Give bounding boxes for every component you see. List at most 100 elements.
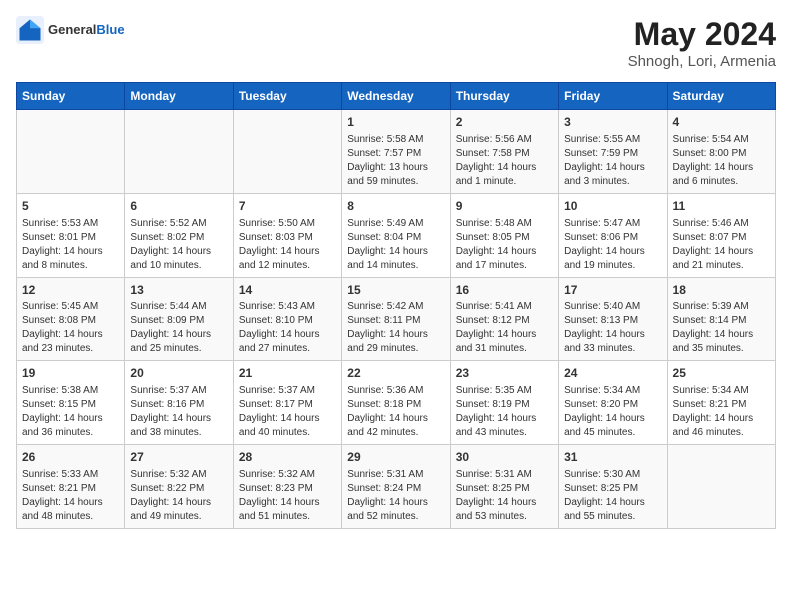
day-number: 3: [564, 114, 661, 131]
day-cell: 11 Sunrise: 5:46 AMSunset: 8:07 PMDayligh…: [667, 193, 775, 277]
day-cell: 9Sunrise: 5:48 AMSunset: 8:05 PMDaylight…: [450, 193, 558, 277]
logo-icon: [16, 16, 44, 44]
title-block: May 2024 Shnogh, Lori, Armenia: [628, 16, 776, 70]
day-cell: 10 Sunrise: 5:47 AMSunset: 8:06 PMDayligh…: [559, 193, 667, 277]
day-cell: 27Sunrise: 5:32 AMSunset: 8:22 PMDayligh…: [125, 445, 233, 529]
day-cell: 5 Sunrise: 5:53 AMSunset: 8:01 PMDaylight…: [17, 193, 125, 277]
day-info: Sunrise: 5:47 AMSunset: 8:06 PMDaylight:…: [564, 217, 661, 273]
day-info: Sunrise: 5:46 AMSunset: 8:07 PMDaylight:…: [673, 217, 770, 273]
logo-text: GeneralBlue: [48, 23, 125, 37]
weekday-header-tuesday: Tuesday: [233, 83, 341, 110]
day-info: Sunrise: 5:34 AMSunset: 8:21 PMDaylight:…: [673, 384, 770, 440]
day-cell: 19Sunrise: 5:38 AMSunset: 8:15 PMDayligh…: [17, 361, 125, 445]
day-cell: 18Sunrise: 5:39 AMSunset: 8:14 PMDayligh…: [667, 277, 775, 361]
day-info: Sunrise: 5:58 AMSunset: 7:57 PMDaylight:…: [347, 133, 444, 189]
day-info: Sunrise: 5:54 AMSunset: 8:00 PMDaylight:…: [673, 133, 770, 189]
day-cell: 25 Sunrise: 5:34 AMSunset: 8:21 PMDayligh…: [667, 361, 775, 445]
day-number: 29: [347, 449, 444, 466]
day-info: Sunrise: 5:31 AMSunset: 8:25 PMDaylight:…: [456, 468, 553, 524]
day-cell: 24Sunrise: 5:34 AMSunset: 8:20 PMDayligh…: [559, 361, 667, 445]
weekday-header-wednesday: Wednesday: [342, 83, 450, 110]
weekday-header-monday: Monday: [125, 83, 233, 110]
day-number: 16: [456, 282, 553, 299]
day-number: 10: [564, 198, 661, 215]
day-number: 23: [456, 365, 553, 382]
week-row-4: 19Sunrise: 5:38 AMSunset: 8:15 PMDayligh…: [17, 361, 776, 445]
weekday-header-thursday: Thursday: [450, 83, 558, 110]
day-cell: 21 Sunrise: 5:37 AMSunset: 8:17 PMDayligh…: [233, 361, 341, 445]
day-cell: 28 Sunrise: 5:32 AMSunset: 8:23 PMDayligh…: [233, 445, 341, 529]
day-number: 19: [22, 365, 119, 382]
day-info: Sunrise: 5:56 AMSunset: 7:58 PMDaylight:…: [456, 133, 553, 189]
day-info: Sunrise: 5:55 AMSunset: 7:59 PMDaylight:…: [564, 133, 661, 189]
day-number: 14: [239, 282, 336, 299]
page-header: GeneralBlue May 2024 Shnogh, Lori, Armen…: [16, 16, 776, 70]
logo-general-text: General: [48, 22, 96, 37]
day-cell: 8 Sunrise: 5:49 AMSunset: 8:04 PMDaylight…: [342, 193, 450, 277]
day-info: Sunrise: 5:53 AMSunset: 8:01 PMDaylight:…: [22, 217, 119, 273]
day-number: 11: [673, 198, 770, 215]
day-cell: 3 Sunrise: 5:55 AMSunset: 7:59 PMDaylight…: [559, 110, 667, 194]
day-number: 30: [456, 449, 553, 466]
day-info: Sunrise: 5:35 AMSunset: 8:19 PMDaylight:…: [456, 384, 553, 440]
calendar-title: May 2024: [628, 16, 776, 53]
day-info: Sunrise: 5:33 AMSunset: 8:21 PMDaylight:…: [22, 468, 119, 524]
day-number: 5: [22, 198, 119, 215]
day-number: 17: [564, 282, 661, 299]
day-cell: 6 Sunrise: 5:52 AMSunset: 8:02 PMDaylight…: [125, 193, 233, 277]
calendar-subtitle: Shnogh, Lori, Armenia: [628, 53, 776, 70]
day-cell: 1 Sunrise: 5:58 AMSunset: 7:57 PMDaylight…: [342, 110, 450, 194]
day-cell: 26Sunrise: 5:33 AMSunset: 8:21 PMDayligh…: [17, 445, 125, 529]
day-cell: 22 Sunrise: 5:36 AMSunset: 8:18 PMDayligh…: [342, 361, 450, 445]
day-number: 8: [347, 198, 444, 215]
day-info: Sunrise: 5:43 AMSunset: 8:10 PMDaylight:…: [239, 300, 336, 356]
day-info: Sunrise: 5:45 AMSunset: 8:08 PMDaylight:…: [22, 300, 119, 356]
day-info: Sunrise: 5:49 AMSunset: 8:04 PMDaylight:…: [347, 217, 444, 273]
day-number: 1: [347, 114, 444, 131]
day-cell: 4 Sunrise: 5:54 AMSunset: 8:00 PMDaylight…: [667, 110, 775, 194]
week-row-3: 12Sunrise: 5:45 AMSunset: 8:08 PMDayligh…: [17, 277, 776, 361]
day-cell: 30 Sunrise: 5:31 AMSunset: 8:25 PMDayligh…: [450, 445, 558, 529]
day-number: 6: [130, 198, 227, 215]
day-number: 20: [130, 365, 227, 382]
day-info: Sunrise: 5:41 AMSunset: 8:12 PMDaylight:…: [456, 300, 553, 356]
weekday-header-row: SundayMondayTuesdayWednesdayThursdayFrid…: [17, 83, 776, 110]
weekday-header-friday: Friday: [559, 83, 667, 110]
day-number: 4: [673, 114, 770, 131]
day-cell: [125, 110, 233, 194]
day-info: Sunrise: 5:32 AMSunset: 8:23 PMDaylight:…: [239, 468, 336, 524]
day-cell: 2 Sunrise: 5:56 AMSunset: 7:58 PMDaylight…: [450, 110, 558, 194]
day-info: Sunrise: 5:31 AMSunset: 8:24 PMDaylight:…: [347, 468, 444, 524]
day-cell: 13Sunrise: 5:44 AMSunset: 8:09 PMDayligh…: [125, 277, 233, 361]
day-info: Sunrise: 5:42 AMSunset: 8:11 PMDaylight:…: [347, 300, 444, 356]
week-row-2: 5 Sunrise: 5:53 AMSunset: 8:01 PMDaylight…: [17, 193, 776, 277]
day-info: Sunrise: 5:40 AMSunset: 8:13 PMDaylight:…: [564, 300, 661, 356]
logo: GeneralBlue: [16, 16, 125, 44]
day-number: 7: [239, 198, 336, 215]
day-cell: 7Sunrise: 5:50 AMSunset: 8:03 PMDaylight…: [233, 193, 341, 277]
day-number: 25: [673, 365, 770, 382]
day-number: 28: [239, 449, 336, 466]
week-row-1: 1 Sunrise: 5:58 AMSunset: 7:57 PMDaylight…: [17, 110, 776, 194]
day-number: 21: [239, 365, 336, 382]
day-number: 12: [22, 282, 119, 299]
day-number: 24: [564, 365, 661, 382]
day-number: 2: [456, 114, 553, 131]
day-cell: 16Sunrise: 5:41 AMSunset: 8:12 PMDayligh…: [450, 277, 558, 361]
day-info: Sunrise: 5:37 AMSunset: 8:16 PMDaylight:…: [130, 384, 227, 440]
day-info: Sunrise: 5:32 AMSunset: 8:22 PMDaylight:…: [130, 468, 227, 524]
day-number: 31: [564, 449, 661, 466]
day-number: 18: [673, 282, 770, 299]
day-info: Sunrise: 5:30 AMSunset: 8:25 PMDaylight:…: [564, 468, 661, 524]
day-cell: 14Sunrise: 5:43 AMSunset: 8:10 PMDayligh…: [233, 277, 341, 361]
day-cell: 29 Sunrise: 5:31 AMSunset: 8:24 PMDayligh…: [342, 445, 450, 529]
day-info: Sunrise: 5:37 AMSunset: 8:17 PMDaylight:…: [239, 384, 336, 440]
logo-blue-text: Blue: [96, 22, 124, 37]
day-info: Sunrise: 5:39 AMSunset: 8:14 PMDaylight:…: [673, 300, 770, 356]
day-info: Sunrise: 5:36 AMSunset: 8:18 PMDaylight:…: [347, 384, 444, 440]
day-number: 13: [130, 282, 227, 299]
day-number: 22: [347, 365, 444, 382]
day-cell: 17Sunrise: 5:40 AMSunset: 8:13 PMDayligh…: [559, 277, 667, 361]
day-info: Sunrise: 5:52 AMSunset: 8:02 PMDaylight:…: [130, 217, 227, 273]
day-number: 9: [456, 198, 553, 215]
